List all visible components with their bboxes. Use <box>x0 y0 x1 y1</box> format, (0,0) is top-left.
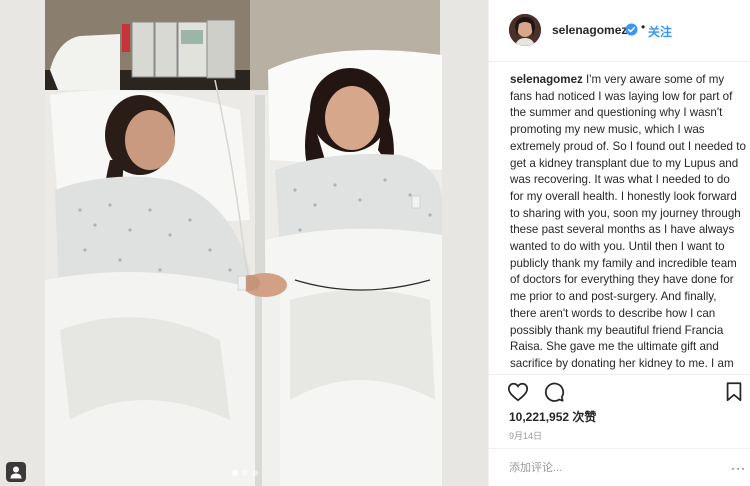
user-tag-icon[interactable] <box>6 462 26 482</box>
carousel-dot <box>242 470 248 476</box>
post-caption: selenagomez I'm very aware some of my fa… <box>510 72 746 374</box>
post-date[interactable]: 9月14日 <box>509 429 542 442</box>
bookmark-icon[interactable] <box>723 381 745 403</box>
caption-username-link[interactable]: selenagomez <box>510 73 583 86</box>
hospital-photo <box>0 0 488 486</box>
comment-section: ··· <box>489 448 750 486</box>
username-link[interactable]: selenagomez <box>552 23 627 37</box>
follow-button[interactable]: 关注 <box>648 23 672 40</box>
heart-icon[interactable] <box>507 381 529 403</box>
verified-badge-icon <box>625 23 638 36</box>
comment-input[interactable] <box>509 459 709 477</box>
post-header: selenagomez • 关注 <box>489 0 750 62</box>
action-bar <box>489 374 750 408</box>
more-options-button[interactable]: ··· <box>731 461 746 475</box>
comment-icon[interactable] <box>543 381 565 403</box>
caption-text: I'm very aware some of my fans had notic… <box>510 73 746 374</box>
avatar[interactable] <box>509 14 541 46</box>
post-photo[interactable] <box>0 0 488 486</box>
carousel-indicator <box>232 470 258 476</box>
post-details-panel: selenagomez • 关注 selenagomez I'm very aw… <box>488 0 750 486</box>
carousel-dot <box>252 470 258 476</box>
header-separator: • <box>641 20 646 34</box>
avatar-image <box>509 14 541 46</box>
user-tag-glyph <box>10 466 22 479</box>
like-count[interactable]: 10,221,952 次赞 <box>509 408 596 425</box>
carousel-dot <box>232 470 238 476</box>
